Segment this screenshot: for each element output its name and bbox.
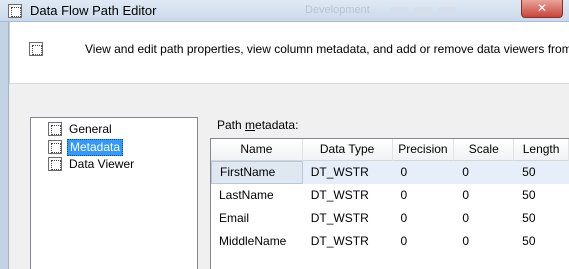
banner-description: View and edit path properties, view colu… xyxy=(85,42,569,56)
page-icon xyxy=(48,140,62,154)
table-cell: 50 xyxy=(522,234,536,248)
table-cell: MiddleName xyxy=(219,234,287,248)
table-row[interactable]: LastName DT_WSTR 0 0 50 xyxy=(211,184,569,207)
table-cell: 0 xyxy=(454,161,515,184)
path-metadata-label: Path metadata: xyxy=(217,118,299,132)
table-cell: 0 xyxy=(400,188,408,202)
table-cell: DT_WSTR xyxy=(310,234,369,248)
column-header[interactable]: Data Type xyxy=(303,139,393,161)
banner-icon xyxy=(29,42,43,56)
background-window-title: Development xyxy=(305,4,370,16)
background-window-buttons xyxy=(390,4,510,18)
table-cell: DT_WSTR xyxy=(302,161,393,184)
page-icon xyxy=(48,122,62,136)
table-cell: DT_WSTR xyxy=(310,211,369,225)
table-cell: 0 xyxy=(400,234,408,248)
grid-header: Name Data Type Precision Scale Length xyxy=(211,139,569,161)
column-header[interactable]: Precision xyxy=(393,139,455,161)
column-header[interactable]: Name xyxy=(211,139,303,161)
tree-item-label: Data Viewer xyxy=(69,156,135,171)
header-banner: View and edit path properties, view colu… xyxy=(9,22,569,84)
column-header[interactable]: Scale xyxy=(454,139,515,161)
navigation-tree[interactable]: General Metadata Data Viewer xyxy=(30,117,198,269)
close-button[interactable]: ✕ xyxy=(521,0,563,18)
table-cell: 50 xyxy=(522,188,536,202)
table-cell: 50 xyxy=(522,211,536,225)
tree-item-data-viewer[interactable]: Data Viewer xyxy=(48,156,136,172)
table-row[interactable]: FirstName DT_WSTR 0 0 50 xyxy=(211,161,569,184)
table-cell: 0 xyxy=(400,211,408,225)
tree-item-metadata[interactable]: Metadata xyxy=(48,138,124,156)
table-cell: DT_WSTR xyxy=(310,188,369,202)
page-icon xyxy=(48,157,62,171)
tree-item-label: General xyxy=(69,121,112,136)
column-header[interactable]: Length xyxy=(514,139,569,161)
table-cell: Email xyxy=(219,211,250,225)
window-icon xyxy=(8,4,22,18)
table-cell: FirstName xyxy=(211,161,303,184)
table-row[interactable]: MiddleName DT_WSTR 0 0 50 xyxy=(211,230,569,253)
table-cell: 0 xyxy=(392,161,455,184)
tree-item-general[interactable]: General xyxy=(48,121,114,137)
table-cell: 0 xyxy=(462,234,469,248)
table-cell: 50 xyxy=(514,161,569,184)
title-bar: Data Flow Path Editor Development ✕ xyxy=(0,0,569,22)
tree-item-label: Metadata xyxy=(67,138,124,156)
table-cell: 0 xyxy=(462,211,469,225)
window-frame-left xyxy=(0,22,9,269)
table-cell: LastName xyxy=(219,188,274,202)
metadata-grid[interactable]: Name Data Type Precision Scale Length Fi… xyxy=(210,138,569,269)
table-row[interactable]: Email DT_WSTR 0 0 50 xyxy=(211,207,569,230)
table-cell: 0 xyxy=(462,188,469,202)
window-title: Data Flow Path Editor xyxy=(30,3,157,18)
